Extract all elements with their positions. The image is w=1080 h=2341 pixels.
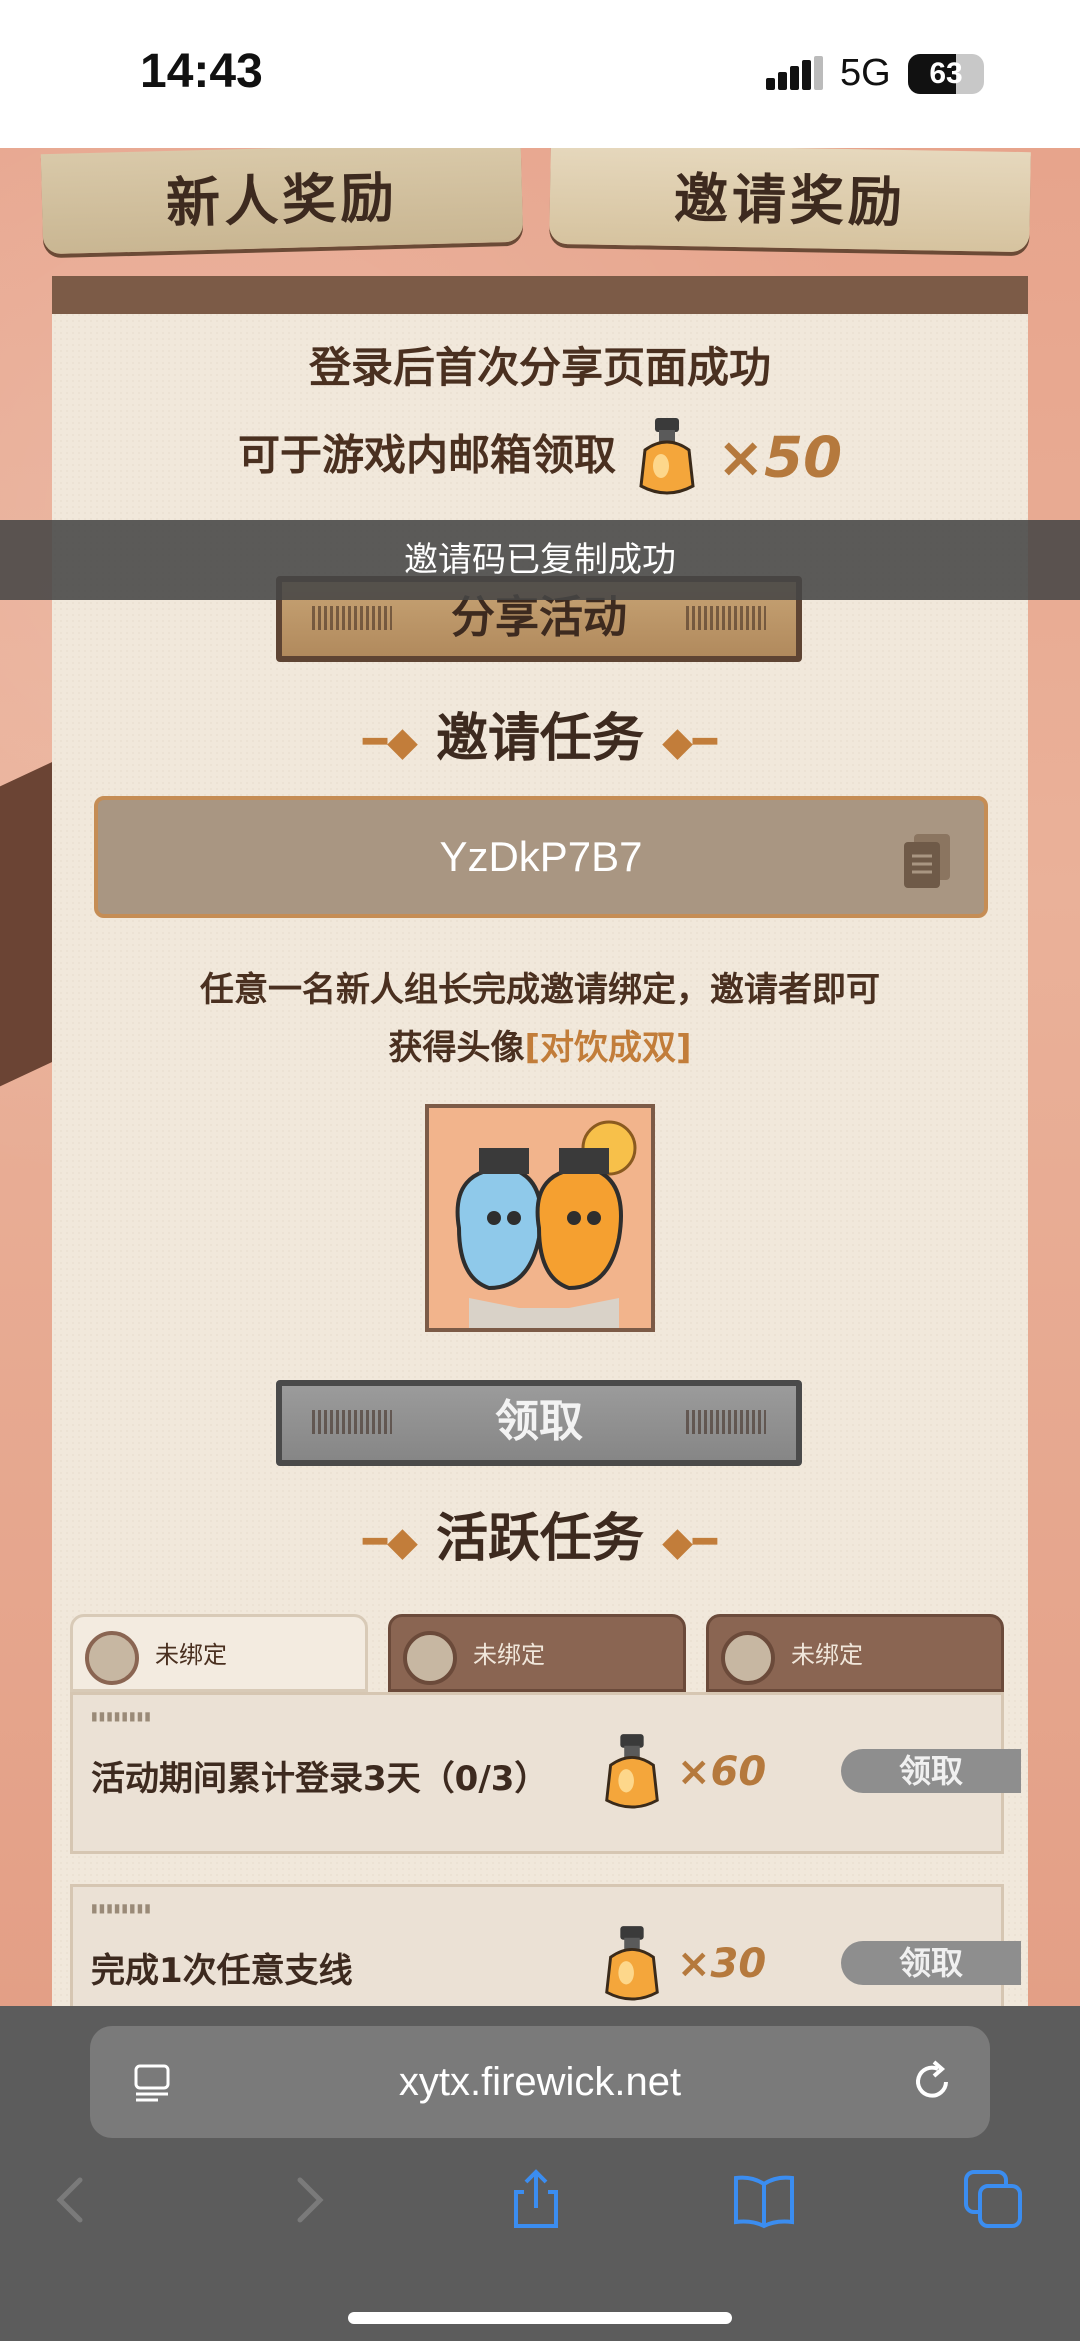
task-card-decoration: ▮▮▮▮▮▮▮▮ <box>91 1709 152 1723</box>
battery-level: 63 <box>929 57 963 90</box>
bind-slot-label: 未绑定 <box>155 1641 227 1669</box>
claim-avatar-label: 领取 <box>495 1396 583 1447</box>
claim-avatar-button[interactable]: 领取 <box>276 1380 802 1466</box>
task-reward-count: ×60 <box>677 1749 767 1795</box>
bind-slot-avatar-placeholder <box>721 1631 775 1685</box>
tabs-icon[interactable] <box>962 2168 1026 2232</box>
bind-slot-label: 未绑定 <box>473 1641 545 1669</box>
task-reward-count: ×30 <box>677 1941 767 1987</box>
title-right-deco: ◆━ <box>662 1519 717 1565</box>
decorative-barcode <box>312 606 392 630</box>
copy-icon[interactable] <box>900 832 954 890</box>
title-left-deco: ━◆ <box>363 719 418 765</box>
invite-code-box[interactable]: YzDkP7B7 <box>94 796 988 918</box>
avatar-illustration <box>429 1108 651 1328</box>
invite-description-line1: 任意一名新人组长完成邀请绑定，邀请者即可 <box>200 970 880 1010</box>
invite-task-title-text: 邀请任务 <box>435 709 644 769</box>
reload-icon[interactable] <box>906 2056 958 2108</box>
bind-slot-tab-1[interactable]: 未绑定 <box>70 1614 368 1692</box>
reward-description-line2: 可于游戏内邮箱领取 ×50 <box>52 416 1028 500</box>
panel-header-strip <box>52 276 1028 314</box>
task-claim-button[interactable]: 领取 <box>841 1749 1021 1793</box>
invite-task-title: ━◆ 邀请任务 ◆━ <box>52 696 1028 771</box>
invite-code: YzDkP7B7 <box>439 833 643 880</box>
decorative-barcode <box>312 1410 392 1434</box>
bookmarks-icon[interactable] <box>732 2168 796 2232</box>
task-name: 完成1次任意支线 <box>91 1951 353 1991</box>
bind-slot-tab-2[interactable]: 未绑定 <box>388 1614 686 1692</box>
network-type: 5G <box>840 52 891 94</box>
bottle-reward-icon <box>638 418 695 495</box>
browser-toolbar: xytx.firewick.net <box>0 2006 1080 2341</box>
task-card: ▮▮▮▮▮▮▮▮ 活动期间累计登录3天（0/3） ×60 领取 <box>70 1692 1021 1854</box>
share-icon[interactable] <box>504 2168 568 2232</box>
address-bar[interactable]: xytx.firewick.net <box>90 2026 990 2138</box>
signal-strength-icon <box>766 56 823 90</box>
bind-slot-avatar-placeholder <box>403 1631 457 1685</box>
tab-newcomer-rewards[interactable]: 新人奖励 <box>40 141 524 255</box>
reward-description-line1: 登录后首次分享页面成功 <box>308 343 771 392</box>
decorative-barcode <box>686 606 766 630</box>
tab-invite-label: 邀请奖励 <box>673 166 907 235</box>
reward-multiplier: ×50 <box>717 425 843 491</box>
battery-icon: 63 <box>908 54 984 94</box>
title-left-deco: ━◆ <box>363 1519 418 1565</box>
avatar-reward-image <box>425 1104 655 1332</box>
task-claim-button[interactable]: 领取 <box>841 1941 1021 1985</box>
invite-description-prefix: 获得头像 <box>388 1028 525 1068</box>
bind-slot-avatar-placeholder <box>85 1631 139 1685</box>
copy-success-toast: 邀请码已复制成功 <box>0 520 1080 600</box>
bottle-reward-icon <box>605 1734 659 1809</box>
active-task-title: ━◆ 活跃任务 ◆━ <box>52 1496 1028 1571</box>
task-card-decoration: ▮▮▮▮▮▮▮▮ <box>91 1901 152 1915</box>
invite-description-line2: 获得头像[对饮成双] <box>52 1020 1028 1069</box>
forward-icon[interactable] <box>276 2168 340 2232</box>
bind-slot-tab-3[interactable]: 未绑定 <box>706 1614 1004 1692</box>
reward-mail-text: 可于游戏内邮箱领取 <box>237 430 616 480</box>
status-time: 14:43 <box>140 45 263 98</box>
title-right-deco: ◆━ <box>662 719 717 765</box>
bottle-reward-icon <box>605 1926 659 2001</box>
task-name: 活动期间累计登录3天（0/3） <box>91 1759 549 1799</box>
tab-newcomer-label: 新人奖励 <box>165 165 399 236</box>
status-bar: 14:43 5G 63 <box>0 0 1080 148</box>
home-indicator <box>348 2312 732 2324</box>
back-icon[interactable] <box>40 2168 104 2232</box>
decorative-barcode <box>686 1410 766 1434</box>
url-text: xytx.firewick.net <box>398 2060 682 2104</box>
bind-slot-label: 未绑定 <box>791 1641 863 1669</box>
active-task-title-text: 活跃任务 <box>435 1509 644 1569</box>
tab-invite-rewards[interactable]: 邀请奖励 <box>549 143 1031 253</box>
avatar-reward-name: [对饮成双] <box>524 1028 692 1068</box>
